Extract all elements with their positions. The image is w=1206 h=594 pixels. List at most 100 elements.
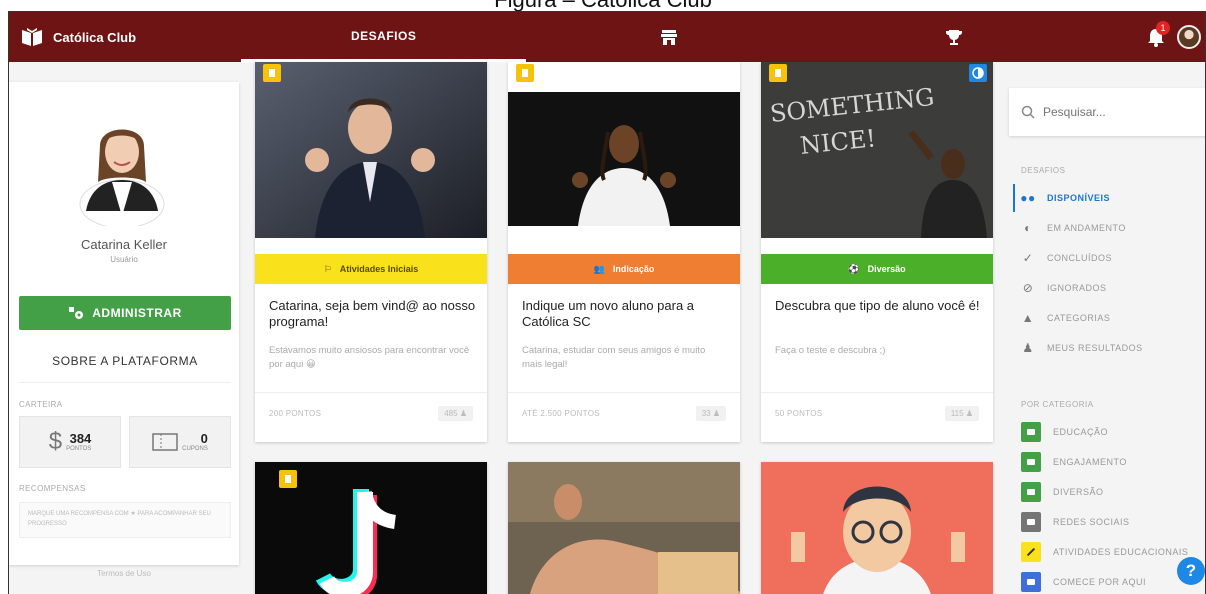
card-footer: 50 PONTOS 115 ♟: [761, 392, 993, 434]
tab-desafios[interactable]: DESAFIOS: [241, 12, 527, 62]
category-color-icon: [1021, 452, 1041, 472]
figure-caption: Figura – Católica Club: [0, 0, 1206, 11]
terms-link[interactable]: Termos de Uso: [9, 569, 239, 578]
coupons-value: 0: [200, 431, 208, 446]
category-label: EDUCAÇÃO: [1053, 427, 1109, 437]
challenge-card[interactable]: [761, 462, 993, 594]
admin-icon: [69, 307, 84, 319]
filter-concluidos[interactable]: ✓ CONCLUÍDOS: [1013, 244, 1205, 272]
store-icon: [660, 30, 677, 45]
card-description: Estávamos muito ansiosos para encontrar …: [269, 345, 470, 370]
profile-avatar: [79, 129, 165, 226]
person-icon: ♟: [712, 409, 720, 418]
brand[interactable]: Católica Club: [9, 27, 241, 47]
card-image: [761, 462, 993, 594]
tab-trophy[interactable]: [812, 12, 1097, 62]
category-engajamento[interactable]: ENGAJAMENTO: [1013, 448, 1205, 476]
card-footer: ATÉ 2.500 PONTOS 33 ♟: [508, 392, 740, 434]
card-footer: 200 PONTOS 485 ♟: [255, 392, 487, 434]
filter-label: DISPONÍVEIS: [1047, 193, 1111, 203]
rewards-hint[interactable]: MARQUE UMA RECOMPENSA COM ★ PARA ACOMPAN…: [19, 502, 231, 538]
category-color-icon: [1021, 482, 1041, 502]
tab-desafios-label: DESAFIOS: [350, 28, 417, 43]
filter-meus-resultados[interactable]: ♟ MEUS RESULTADOS: [1013, 334, 1205, 362]
search-box[interactable]: [1009, 88, 1205, 136]
challenge-card[interactable]: ⚐ Atividades Iniciais Catarina, seja bem…: [255, 62, 487, 442]
book-logo-icon: [22, 28, 42, 46]
points-value: 384: [69, 431, 92, 446]
about-platform-button[interactable]: SOBRE A PLATAFORMA: [19, 339, 231, 383]
app-name: Católica Club: [53, 29, 137, 45]
filter-label: CONCLUÍDOS: [1047, 253, 1113, 263]
points-unit: PONTOS: [66, 446, 92, 452]
challenge-card[interactable]: 👥 Indicação Indique um novo aluno para a…: [508, 62, 740, 442]
card-category: ⚐ Atividades Iniciais: [255, 254, 487, 284]
search-input[interactable]: [1043, 105, 1193, 119]
points-box: $ 384 PONTOS: [19, 416, 121, 468]
filter-label: IGNORADOS: [1047, 283, 1107, 293]
category-label: ATIVIDADES EDUCACIONAIS: [1053, 547, 1189, 557]
profile-name: Catarina Keller: [81, 237, 167, 252]
shapes-icon: ▲: [1021, 311, 1035, 325]
in-progress-icon: [969, 64, 987, 82]
notification-badge: 1: [1156, 21, 1170, 35]
person-icon: ♟: [459, 409, 467, 418]
card-category-label: Diversão: [867, 264, 906, 274]
category-diversao[interactable]: DIVERSÃO: [1013, 478, 1205, 506]
admin-button[interactable]: ADMINISTRAR: [19, 296, 231, 330]
person-icon: ♟: [1022, 341, 1034, 355]
user-avatar[interactable]: [1177, 25, 1201, 49]
category-color-icon: [1021, 512, 1041, 532]
pin-flag-icon: [516, 64, 534, 82]
card-category-label: Atividades Iniciais: [339, 264, 419, 274]
top-right-actions: 1: [1097, 21, 1205, 49]
category-label: ENGAJAMENTO: [1053, 457, 1127, 467]
eye-off-icon: ⊘: [1022, 281, 1034, 295]
coupons-unit: CUPONS: [182, 446, 208, 452]
pin-flag-icon: [769, 64, 787, 82]
card-description: Faça o teste e descubra ;): [775, 345, 886, 356]
wallet-label: CARTEIRA: [19, 400, 63, 409]
main-nav: DESAFIOS: [241, 12, 1097, 62]
category-color-icon: [1021, 542, 1041, 562]
filter-label: EM ANDAMENTO: [1047, 223, 1126, 233]
category-color-icon: [1021, 422, 1041, 442]
tab-store[interactable]: [526, 12, 811, 62]
card-points: ATÉ 2.500 PONTOS: [522, 409, 600, 418]
challenge-card[interactable]: SOMETHING NICE! ⚽ Diversão Descubra que …: [761, 62, 993, 442]
notifications-button[interactable]: 1: [1145, 21, 1170, 48]
card-points: 50 PONTOS: [775, 409, 823, 418]
category-color-icon: [1021, 572, 1041, 592]
top-bar: Católica Club DESAFIOS 1: [9, 12, 1205, 62]
filter-label: MEUS RESULTADOS: [1047, 343, 1143, 353]
coupon-icon: [152, 433, 178, 451]
category-label: REDES SOCIAIS: [1053, 517, 1130, 527]
filter-label: CATEGORIAS: [1047, 313, 1111, 323]
category-atividades-educacionais[interactable]: ATIVIDADES EDUCACIONAIS: [1013, 538, 1205, 566]
challenge-card[interactable]: [508, 462, 740, 594]
check-icon: ✓: [1022, 251, 1034, 265]
profile-panel: Catarina Keller Usuário ADMINISTRAR SOBR…: [9, 82, 239, 578]
card-image: [255, 62, 487, 238]
flag-icon: ⚐: [323, 263, 332, 274]
challenge-card[interactable]: [255, 462, 487, 594]
filter-categorias[interactable]: ▲ CATEGORIAS: [1013, 304, 1205, 332]
person-icon: ♟: [965, 409, 973, 418]
card-image: [508, 462, 740, 594]
challenges-section-label: DESAFIOS: [1021, 166, 1066, 175]
category-educacao[interactable]: EDUCAÇÃO: [1013, 418, 1205, 446]
card-image: SOMETHING NICE!: [761, 62, 993, 238]
filter-ignorados[interactable]: ⊘ IGNORADOS: [1013, 274, 1205, 302]
category-redes-sociais[interactable]: REDES SOCIAIS: [1013, 508, 1205, 536]
by-category-label: POR CATEGORIA: [1021, 400, 1094, 409]
filter-em-andamento[interactable]: ◐ EM ANDAMENTO: [1013, 214, 1205, 242]
card-image: [508, 62, 740, 238]
help-button[interactable]: ?: [1177, 557, 1205, 585]
coupons-box: 0 CUPONS: [129, 416, 231, 468]
filter-disponiveis[interactable]: ●● DISPONÍVEIS: [1013, 184, 1205, 212]
card-title: Descubra que tipo de aluno você é!: [775, 298, 980, 313]
add-person-icon: 👥: [593, 263, 605, 274]
app-window: Católica Club DESAFIOS 1 Catarina Keller…: [8, 11, 1206, 594]
card-description: Catarina, estudar com seus amigos é muit…: [522, 345, 706, 370]
card-title: Catarina, seja bem vind@ ao nosso progra…: [269, 298, 476, 329]
